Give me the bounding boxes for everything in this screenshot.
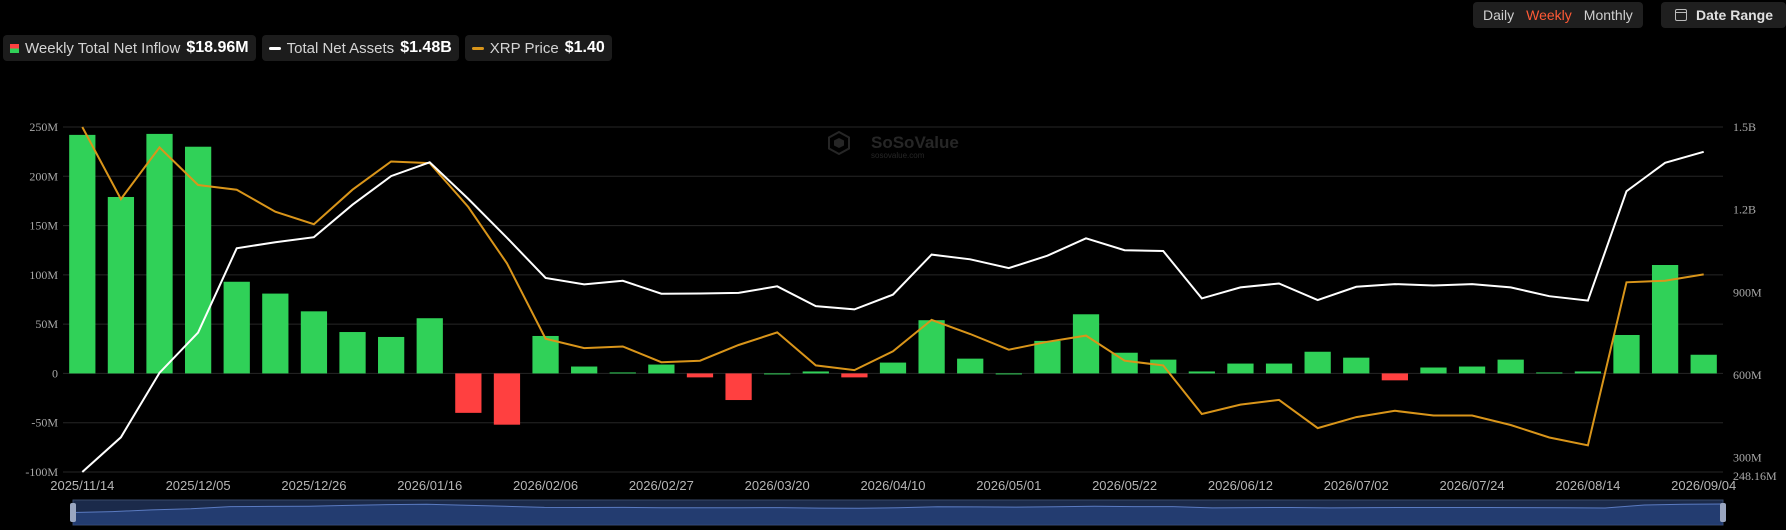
- navigator-handle: [70, 503, 76, 522]
- inflow-bar: [378, 336, 405, 374]
- x-tick-label: 2026/08/14: [1555, 478, 1620, 493]
- inflow-bar: [1304, 351, 1331, 374]
- x-tick-label: 2026/09/04: [1671, 478, 1736, 493]
- inflow-bar: [686, 373, 714, 378]
- inflow-bar: [879, 362, 907, 374]
- inflow-bar: [957, 358, 984, 374]
- x-tick-label: 2026/06/12: [1208, 478, 1273, 493]
- inflow-bar: [1343, 357, 1370, 374]
- inflow-bar: [339, 332, 366, 374]
- inflow-bar: [571, 366, 598, 374]
- y-right-tick-label: 600M: [1733, 368, 1762, 382]
- chart-canvas: SoSoValue sosovalue.com -100M -50M 0 50M 100…: [25, 120, 1777, 526]
- inflow-bar: [262, 293, 289, 374]
- x-tick-label: 2026/03/20: [745, 478, 810, 493]
- x-tick-label: 2026/07/24: [1440, 478, 1505, 493]
- inflow-bar: [1420, 367, 1447, 374]
- y-right-tick-label: 1.2B: [1733, 203, 1756, 217]
- x-tick-label: 2025/12/26: [281, 478, 346, 493]
- x-tick-label: 2025/12/05: [166, 478, 231, 493]
- inflow-bar: [1265, 363, 1293, 374]
- watermark-brand: SoSoValue: [871, 133, 959, 152]
- series-lines: [81, 126, 1704, 473]
- sosovalue-logo-icon: [828, 130, 850, 156]
- inflow-bar: [648, 364, 675, 374]
- y-axis-right: 300M 600M 900M 1.2B 1.5B 248.16M: [1733, 120, 1777, 483]
- x-tick-label: 2026/02/27: [629, 478, 694, 493]
- inflow-bar: [1034, 340, 1061, 374]
- inflow-bar: [493, 373, 521, 425]
- inflow-bar: [69, 134, 96, 374]
- inflow-bar: [1381, 373, 1408, 381]
- x-tick-label: 2026/01/16: [397, 478, 462, 493]
- inflow-bar: [725, 373, 752, 401]
- inflow-bar: [1574, 371, 1602, 374]
- inflow-bar: [802, 371, 829, 374]
- y-left-tick-label: 250M: [29, 120, 58, 134]
- inflow-bar: [416, 318, 443, 374]
- inflow-bar: [609, 372, 636, 374]
- inflow-bar: [107, 196, 135, 374]
- inflow-bar: [1497, 359, 1524, 374]
- y-left-tick-label: 50M: [35, 317, 58, 331]
- inflow-bar: [995, 373, 1022, 375]
- y-left-tick-label: 200M: [29, 169, 58, 183]
- x-tick-label: 2026/02/06: [513, 478, 578, 493]
- y-left-tick-label: -50M: [31, 416, 58, 430]
- inflow-bars: [69, 133, 1717, 425]
- inflow-bar: [146, 133, 173, 374]
- y-right-tick-label: 1.5B: [1733, 120, 1756, 134]
- y-right-tick-label: 300M: [1733, 451, 1762, 465]
- x-tick-label: 2026/05/22: [1092, 478, 1157, 493]
- inflow-bar: [841, 373, 868, 378]
- inflow-bar: [1613, 334, 1640, 374]
- y-right-tick-label: 900M: [1733, 285, 1762, 299]
- inflow-bar: [764, 373, 791, 375]
- inflow-bar: [300, 311, 328, 374]
- y-left-tick-label: 150M: [29, 219, 58, 233]
- range-navigator[interactable]: [70, 499, 1726, 526]
- y-left-tick-label: 0: [52, 366, 58, 380]
- y-left-tick-label: 100M: [29, 268, 58, 282]
- inflow-bar: [1188, 371, 1215, 374]
- inflow-bar: [1458, 366, 1486, 374]
- y-axis-left: -100M -50M 0 50M 100M 150M 200M 250M: [25, 120, 58, 479]
- x-tick-label: 2026/05/01: [976, 478, 1041, 493]
- x-tick-label: 2026/07/02: [1324, 478, 1389, 493]
- watermark: SoSoValue sosovalue.com: [828, 130, 959, 160]
- y-left-tick-label: -100M: [25, 465, 58, 479]
- y-right-min-label: 248.16M: [1733, 469, 1777, 483]
- watermark-site: sosovalue.com: [871, 151, 925, 160]
- inflow-bar: [1227, 363, 1254, 374]
- inflow-bar: [1690, 354, 1717, 374]
- x-axis: 2025/11/14 2025/12/05 2025/12/26 2026/01/16…: [50, 478, 1736, 493]
- inflow-bar: [1536, 372, 1563, 374]
- inflow-bar: [223, 281, 250, 374]
- x-tick-label: 2025/11/14: [50, 478, 114, 493]
- inflow-bar: [184, 146, 212, 374]
- x-tick-label: 2026/04/10: [860, 478, 925, 493]
- xrp-price-line: [81, 126, 1704, 447]
- grid-lines: [63, 126, 1723, 473]
- navigator-handle: [1720, 503, 1726, 522]
- inflow-bar: [455, 373, 482, 413]
- inflow-bar: [1072, 314, 1100, 374]
